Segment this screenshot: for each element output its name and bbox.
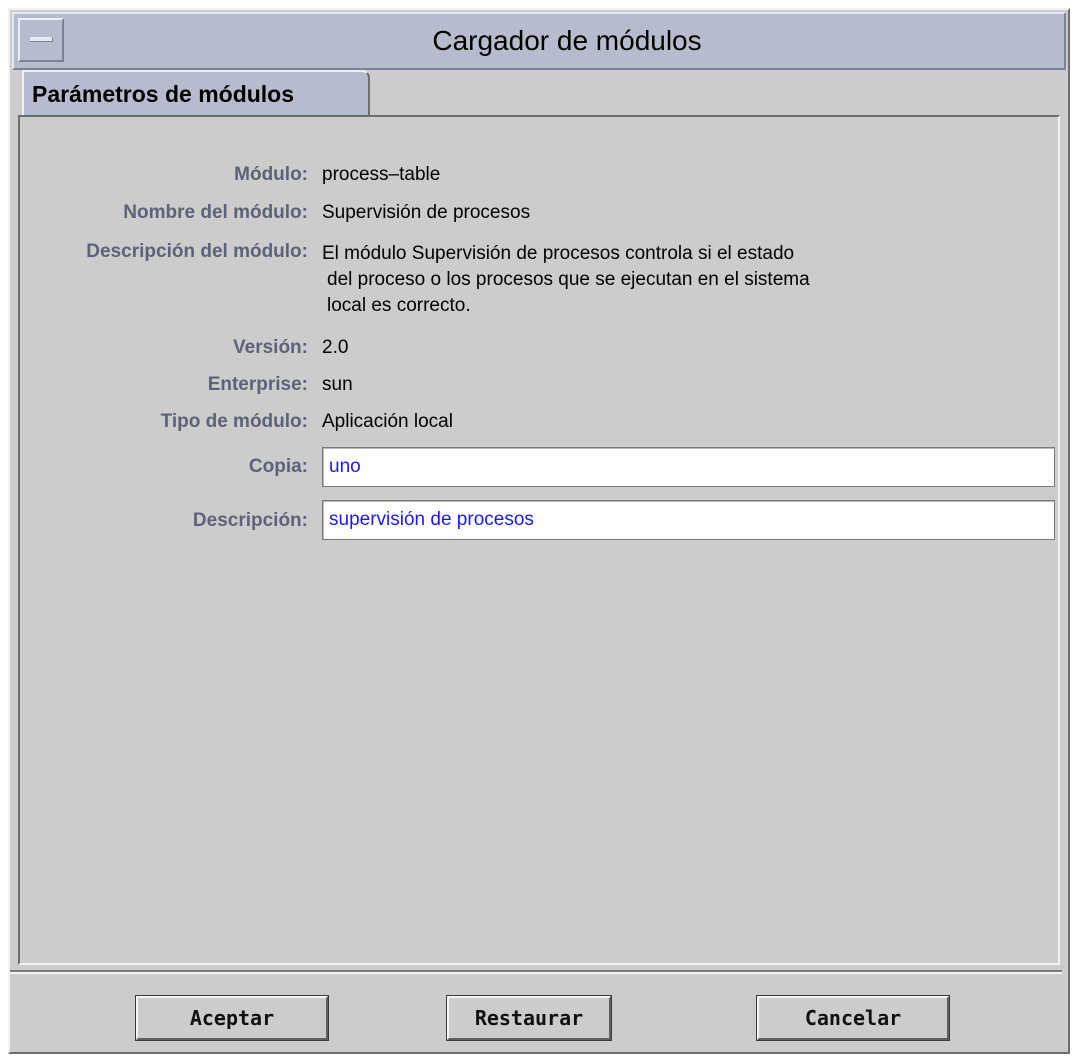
description-input[interactable] bbox=[323, 501, 1054, 539]
description-label: Descripción: bbox=[192, 510, 308, 531]
module-label: Módulo: bbox=[234, 164, 308, 185]
instance-field[interactable] bbox=[322, 447, 1055, 487]
module-name-label: Nombre del módulo: bbox=[123, 202, 308, 223]
description-field[interactable] bbox=[322, 500, 1055, 540]
module-name-value: Supervisión de procesos bbox=[322, 202, 531, 223]
window-title: Cargador de módulos bbox=[432, 25, 702, 56]
tab-module-parameters[interactable]: Parámetros de módulos bbox=[22, 70, 370, 116]
version-label: Versión: bbox=[233, 337, 308, 358]
module-type-label: Tipo de módulo: bbox=[160, 411, 308, 432]
module-description-label: Descripción del módulo: bbox=[86, 241, 308, 262]
title-bar[interactable]: Cargador de módulos bbox=[12, 12, 1066, 70]
window-menu-button[interactable] bbox=[18, 18, 64, 62]
module-description-line: del proceso o los procesos que se ejecut… bbox=[327, 269, 810, 290]
ok-button[interactable]: Aceptar bbox=[135, 995, 329, 1041]
cancel-button[interactable]: Cancelar bbox=[756, 995, 950, 1041]
divider-highlight bbox=[10, 972, 1062, 974]
module-value: process–table bbox=[322, 164, 441, 185]
module-description-value: El módulo Supervisión de procesos contro… bbox=[322, 241, 810, 319]
module-type-value: Aplicación local bbox=[322, 411, 453, 432]
version-value: 2.0 bbox=[322, 337, 349, 358]
instance-label: Copia: bbox=[248, 456, 308, 477]
window-menu-icon bbox=[30, 37, 53, 42]
enterprise-label: Enterprise: bbox=[207, 374, 308, 395]
enterprise-value: sun bbox=[322, 374, 353, 395]
reset-button[interactable]: Restaurar bbox=[446, 995, 612, 1041]
module-description-line: El módulo Supervisión de procesos contro… bbox=[322, 243, 795, 264]
instance-input[interactable] bbox=[323, 448, 1054, 486]
module-description-line: local es correcto. bbox=[327, 295, 471, 316]
